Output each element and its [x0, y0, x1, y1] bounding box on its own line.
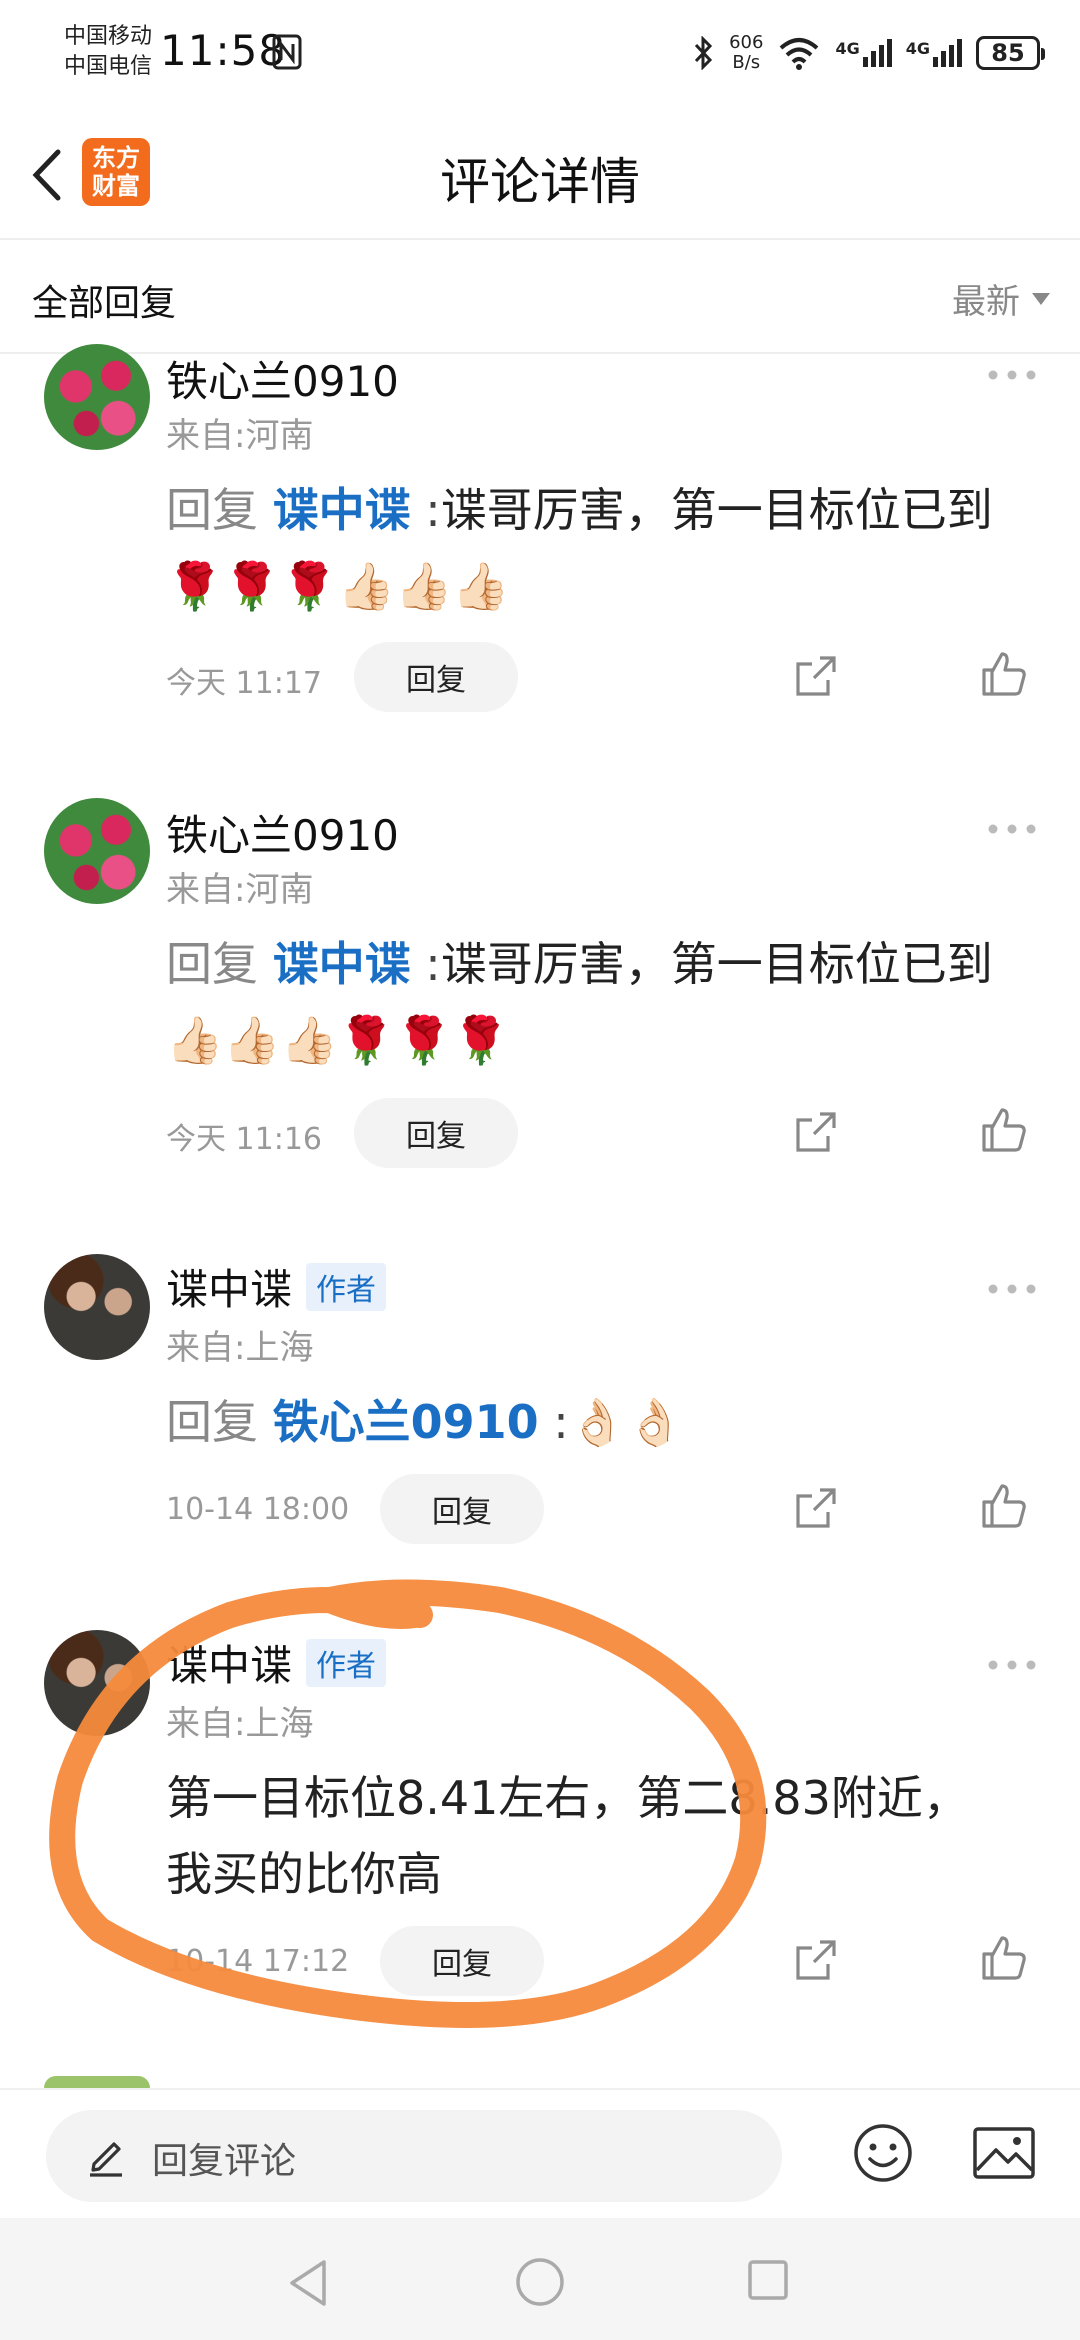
mention-link[interactable]: 谍中谍 — [273, 937, 411, 991]
comment-username[interactable]: 铁心兰0910 — [166, 348, 399, 409]
author-badge: 作者 — [306, 1639, 387, 1687]
reply-input-bar: 回复评论 — [0, 2088, 1080, 2220]
avatar[interactable] — [44, 798, 150, 904]
image-icon[interactable] — [972, 2126, 1036, 2180]
app-header: 东方 财富 评论详情 — [0, 110, 1080, 240]
status-time: 11:58 — [160, 26, 287, 75]
comment-item: 谍中谍 作者 来自:上海 第一目标位8.41左右，第二8.83附近，我买的比你高 … — [0, 1620, 1080, 2040]
caret-down-icon — [1032, 292, 1050, 305]
reply-comment-input[interactable]: 回复评论 — [46, 2110, 782, 2202]
share-icon[interactable] — [794, 1938, 838, 1982]
emoji-icon[interactable] — [852, 2122, 914, 2184]
page-title: 评论详情 — [440, 153, 640, 211]
wifi-icon — [780, 38, 819, 70]
status-bar: 中国移动 中国电信 11:58 606 B/s 4G 4G 85 — [0, 0, 1080, 110]
comment-text: 回复 谍中谍 :谍哥厉害，第一目标位已到🌹🌹🌹👍🏻👍🏻👍🏻 — [166, 483, 993, 613]
avatar[interactable] — [44, 344, 150, 450]
bluetooth-icon — [695, 36, 713, 70]
system-nav-bar — [0, 2218, 1080, 2340]
pencil-icon — [90, 2142, 122, 2177]
comment-text: 回复 铁心兰0910 :👌🏻👌🏻 — [166, 1395, 684, 1449]
carrier-info: 中国移动 中国电信 — [64, 22, 152, 82]
reply-button[interactable]: 回复 — [380, 1926, 544, 1996]
carrier-1: 中国移动 — [64, 24, 153, 49]
reply-button[interactable]: 回复 — [380, 1474, 544, 1544]
share-icon[interactable] — [794, 1110, 838, 1154]
comment-item: 铁心兰0910 来自:河南 回复 谍中谍 :谍哥厉害，第一目标位已到🌹🌹🌹👍🏻👍… — [0, 344, 1080, 752]
share-icon[interactable] — [794, 1486, 838, 1530]
filter-bar: 全部回复 最新 — [0, 240, 1080, 354]
author-badge: 作者 — [306, 1263, 387, 1311]
comment-content: 👌🏻👌🏻 — [568, 1395, 684, 1449]
reply-prefix: 回复 — [166, 1395, 258, 1449]
nav-recent-apps-icon[interactable] — [746, 2258, 790, 2302]
comment-location: 来自:上海 — [166, 1328, 314, 1368]
thumbs-up-icon[interactable] — [980, 1106, 1028, 1154]
comment-username[interactable]: 谍中谍 作者 — [166, 1256, 387, 1317]
mention-link[interactable]: 铁心兰0910 — [273, 1395, 539, 1449]
nfc-icon — [272, 34, 302, 70]
reply-button[interactable]: 回复 — [354, 1098, 518, 1168]
comment-location: 来自:河南 — [166, 416, 314, 456]
comment-username[interactable]: 谍中谍 作者 — [166, 1632, 387, 1693]
comment-item: 铁心兰0910 来自:河南 回复 谍中谍 :谍哥厉害，第一目标位已到👍🏻👍🏻👍🏻… — [0, 788, 1080, 1188]
sort-label: 最新 — [952, 282, 1020, 322]
comment-item: 谍中谍 作者 来自:上海 回复 铁心兰0910 :👌🏻👌🏻 10-14 18:00… — [0, 1244, 1080, 1584]
thumbs-up-icon[interactable] — [980, 1934, 1028, 1982]
thumbs-up-icon[interactable] — [980, 1482, 1028, 1530]
reply-prefix: 回复 — [166, 483, 258, 537]
comment-text: 回复 谍中谍 :谍哥厉害，第一目标位已到👍🏻👍🏻👍🏻🌹🌹🌹 — [166, 937, 993, 1067]
comment-time: 10-14 17:12 — [166, 1944, 350, 1979]
reply-placeholder: 回复评论 — [152, 2141, 297, 2182]
status-icons: 606 B/s 4G 4G 85 — [693, 28, 1045, 78]
comment-time: 今天 11:16 — [166, 1122, 322, 1157]
comment-username[interactable]: 铁心兰0910 — [166, 802, 399, 863]
comment-time: 今天 11:17 — [166, 666, 322, 701]
more-options-icon[interactable] — [986, 1282, 1038, 1296]
more-options-icon[interactable] — [986, 822, 1038, 836]
comment-location: 来自:上海 — [166, 1704, 314, 1744]
share-icon[interactable] — [794, 654, 838, 698]
battery-indicator: 85 — [976, 36, 1045, 70]
nav-home-icon[interactable] — [514, 2256, 566, 2308]
all-replies-label: 全部回复 — [32, 283, 177, 324]
avatar[interactable] — [44, 1254, 150, 1360]
signal-2: 4G — [906, 39, 962, 67]
more-options-icon[interactable] — [986, 368, 1038, 382]
comment-time: 10-14 18:00 — [166, 1492, 350, 1527]
comment-location: 来自:河南 — [166, 870, 314, 910]
thumbs-up-icon[interactable] — [980, 650, 1028, 698]
nav-back-icon[interactable] — [286, 2258, 330, 2308]
reply-button[interactable]: 回复 — [354, 642, 518, 712]
more-options-icon[interactable] — [986, 1658, 1038, 1672]
avatar-partial — [44, 2076, 150, 2088]
avatar[interactable] — [44, 1630, 150, 1736]
comment-text: 第一目标位8.41左右，第二8.83附近，我买的比你高 — [166, 1771, 969, 1901]
reply-prefix: 回复 — [166, 937, 258, 991]
mention-link[interactable]: 谍中谍 — [273, 483, 411, 537]
network-speed: 606 B/s — [729, 32, 764, 73]
signal-1: 4G — [835, 39, 892, 67]
carrier-2: 中国电信 — [64, 54, 153, 79]
sort-dropdown[interactable]: 最新 — [952, 274, 1050, 323]
